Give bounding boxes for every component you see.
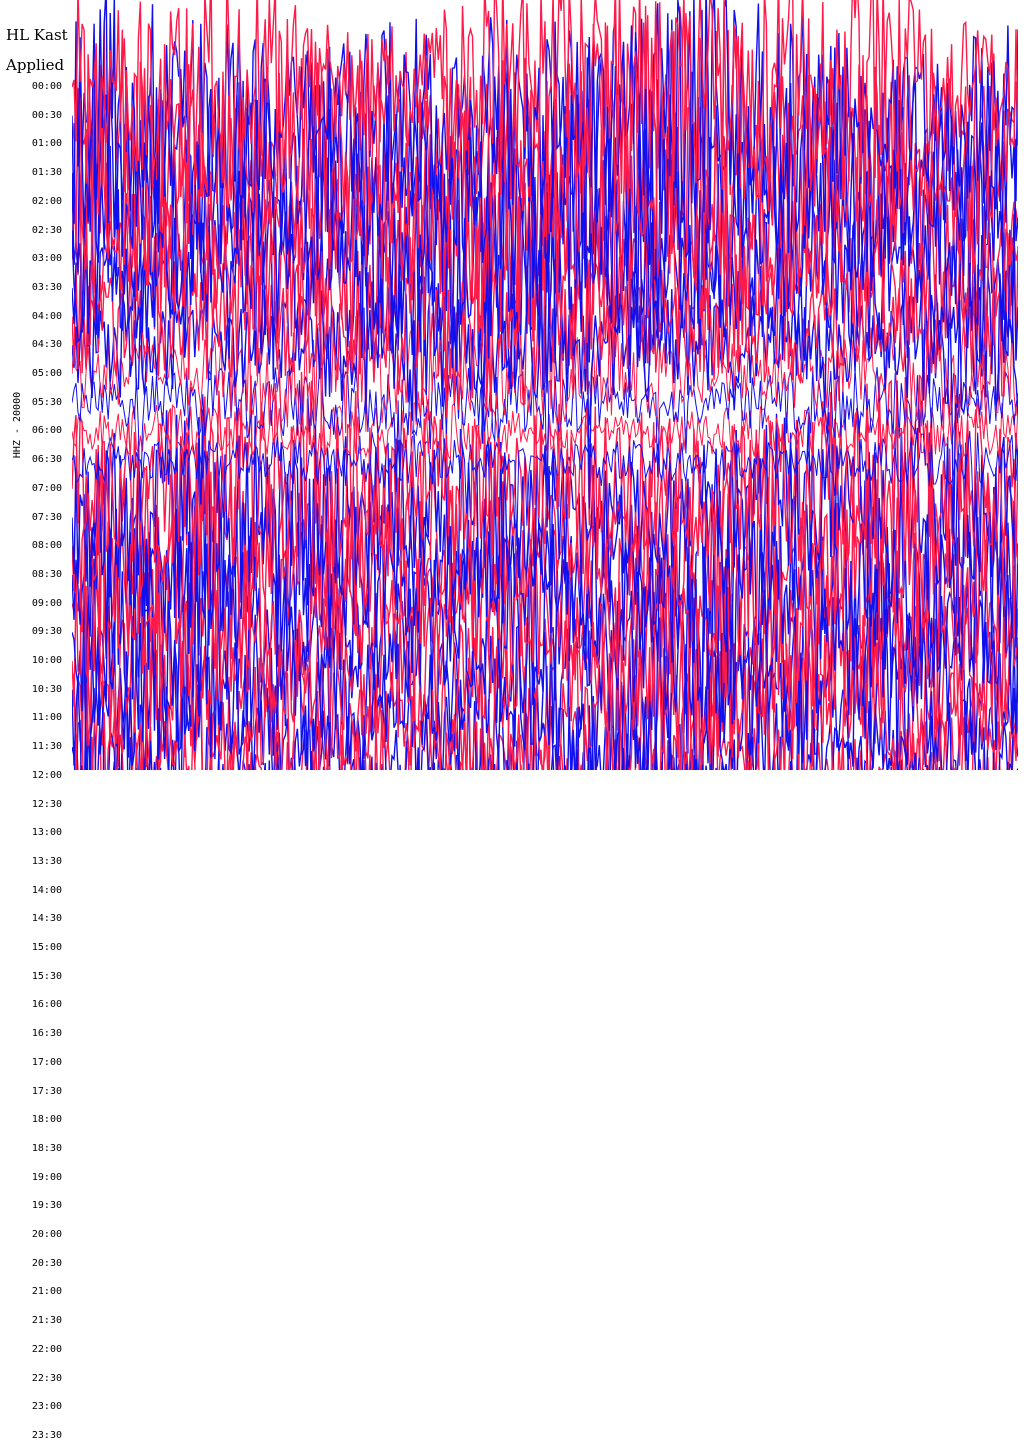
time-label: 09:30: [31, 626, 62, 638]
time-label: 16:30: [31, 1028, 62, 1040]
time-label: 21:00: [31, 1286, 62, 1298]
time-label: 00:00: [31, 81, 62, 92]
time-label: 11:30: [31, 741, 62, 753]
time-label: 02:00: [31, 195, 62, 207]
time-label: 22:30: [31, 1372, 62, 1384]
time-label: 05:00: [31, 368, 62, 379]
time-label: 07:30: [31, 511, 62, 523]
helicorder-plot: [72, 0, 1018, 770]
time-label: 15:00: [31, 942, 62, 953]
time-label: 22:00: [31, 1343, 62, 1355]
filter-status: Applied: [6, 56, 65, 74]
time-label: 19:00: [31, 1171, 62, 1183]
time-label: 01:00: [31, 138, 62, 150]
time-label: 12:30: [31, 798, 62, 810]
time-label: 03:30: [31, 281, 62, 293]
time-label: 20:30: [31, 1257, 62, 1269]
channel-label: HHZ - 20000: [12, 391, 23, 459]
time-label: 05:30: [31, 396, 62, 408]
time-label: 18:30: [31, 1142, 62, 1154]
time-label: 20:00: [31, 1229, 62, 1240]
time-axis: 00:00 00:30 01:00 01:30 02:00 02:30 03:00 03:30…: [0, 0, 66, 1441]
time-label: 13:00: [31, 827, 62, 839]
time-label: 08:30: [31, 568, 62, 580]
time-label: 11:00: [31, 712, 62, 724]
time-label: 08:00: [31, 540, 62, 552]
time-label: 03:00: [31, 253, 62, 265]
time-label: 06:30: [31, 454, 62, 466]
time-label: 04:00: [31, 310, 62, 322]
time-label: 17:00: [31, 1056, 62, 1068]
time-label: 09:00: [31, 597, 62, 609]
time-label: 15:30: [31, 970, 62, 982]
time-label: 12:00: [31, 769, 62, 781]
time-label: 00:30: [31, 109, 62, 121]
time-label: 14:30: [31, 913, 62, 925]
time-label: 17:30: [31, 1085, 62, 1097]
time-label: 21:30: [31, 1315, 62, 1327]
time-label: 23:00: [31, 1401, 62, 1413]
time-label: 01:30: [31, 167, 62, 179]
time-label: 07:00: [31, 482, 62, 494]
time-label: 04:30: [31, 339, 62, 351]
time-label: 19:30: [31, 1200, 62, 1212]
time-label: 02:30: [31, 224, 62, 236]
time-label: 06:00: [31, 425, 62, 437]
time-label: 23:30: [31, 1429, 62, 1441]
time-label: 18:00: [31, 1114, 62, 1126]
time-label: 10:30: [31, 683, 62, 695]
time-label: 10:00: [31, 655, 62, 666]
time-label: 14:00: [31, 884, 62, 896]
station-title: HL Kast: [6, 26, 68, 44]
header: HL Kast Applied: [6, 20, 72, 80]
time-label: 13:30: [31, 855, 62, 867]
time-label: 16:00: [31, 999, 62, 1011]
